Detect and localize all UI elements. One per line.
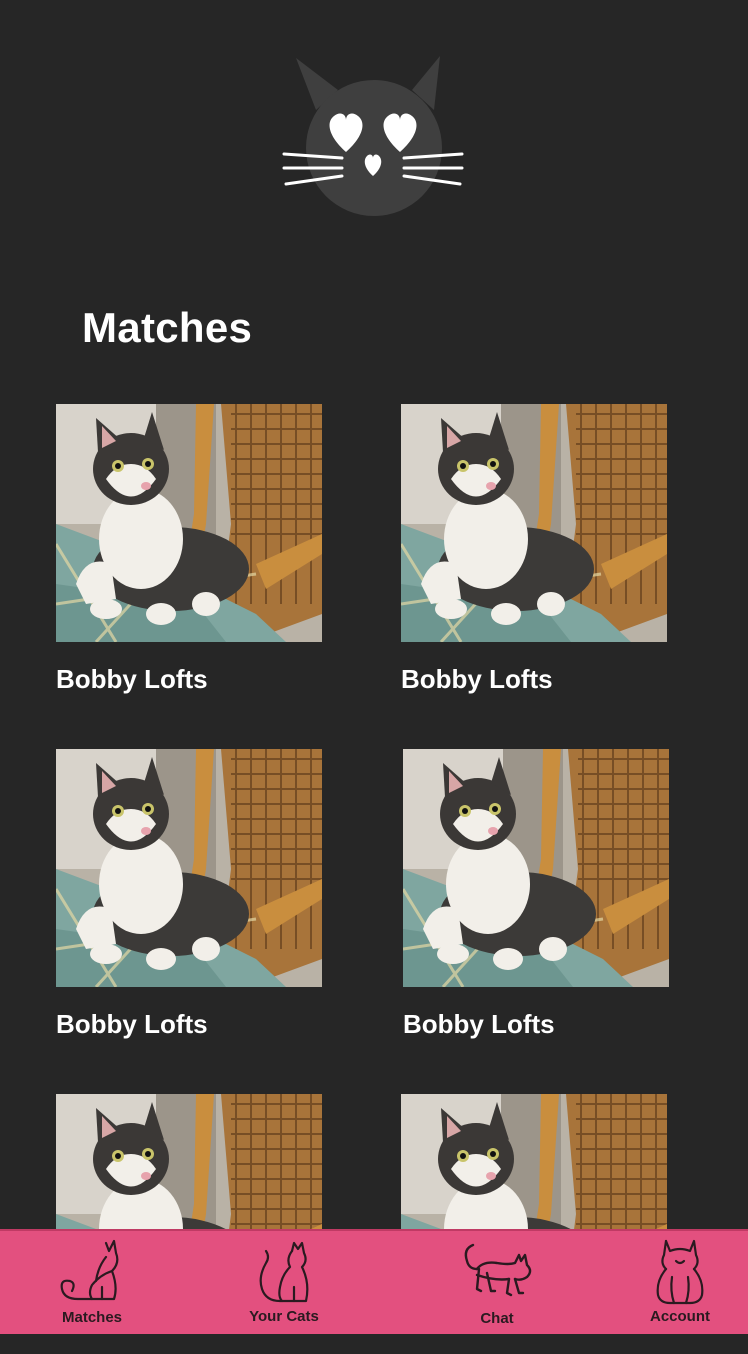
- cat-photo[interactable]: [401, 404, 667, 642]
- cat-heart-eyes-icon: [276, 50, 472, 222]
- sitting-cat-icon: [60, 1239, 119, 1301]
- cat-photo[interactable]: [403, 749, 669, 987]
- match-name: Bobby Lofts: [56, 664, 208, 694]
- match-card[interactable]: Bobby Lofts: [401, 404, 669, 695]
- tab-label: Matches: [61, 1309, 123, 1326]
- match-card[interactable]: Bobby Lofts: [56, 749, 324, 1040]
- match-name: Bobby Lofts: [56, 1009, 208, 1039]
- tab-matches[interactable]: Matches: [22, 1231, 162, 1334]
- tab-chat[interactable]: Chat: [427, 1231, 567, 1334]
- bottom-tab-bar: Matches Your Cats Chat Account: [0, 1229, 748, 1334]
- tab-label: Your Cats: [249, 1308, 319, 1325]
- tab-account[interactable]: Account: [610, 1231, 748, 1334]
- match-card[interactable]: Bobby Lofts: [403, 749, 671, 1040]
- match-name: Bobby Lofts: [403, 1009, 555, 1039]
- match-card[interactable]: Bobby Lofts: [56, 404, 324, 695]
- cat-front-icon: [656, 1239, 704, 1305]
- tab-your-cats[interactable]: Your Cats: [214, 1231, 354, 1334]
- walking-cat-icon: [464, 1243, 532, 1297]
- tab-label: Chat: [480, 1310, 514, 1327]
- match-name: Bobby Lofts: [401, 664, 553, 694]
- page-title: Matches: [82, 304, 253, 351]
- cat-photo[interactable]: [56, 404, 322, 642]
- cat-profile-icon: [259, 1241, 309, 1303]
- tab-label: Account: [650, 1308, 710, 1325]
- cat-photo[interactable]: [56, 749, 322, 987]
